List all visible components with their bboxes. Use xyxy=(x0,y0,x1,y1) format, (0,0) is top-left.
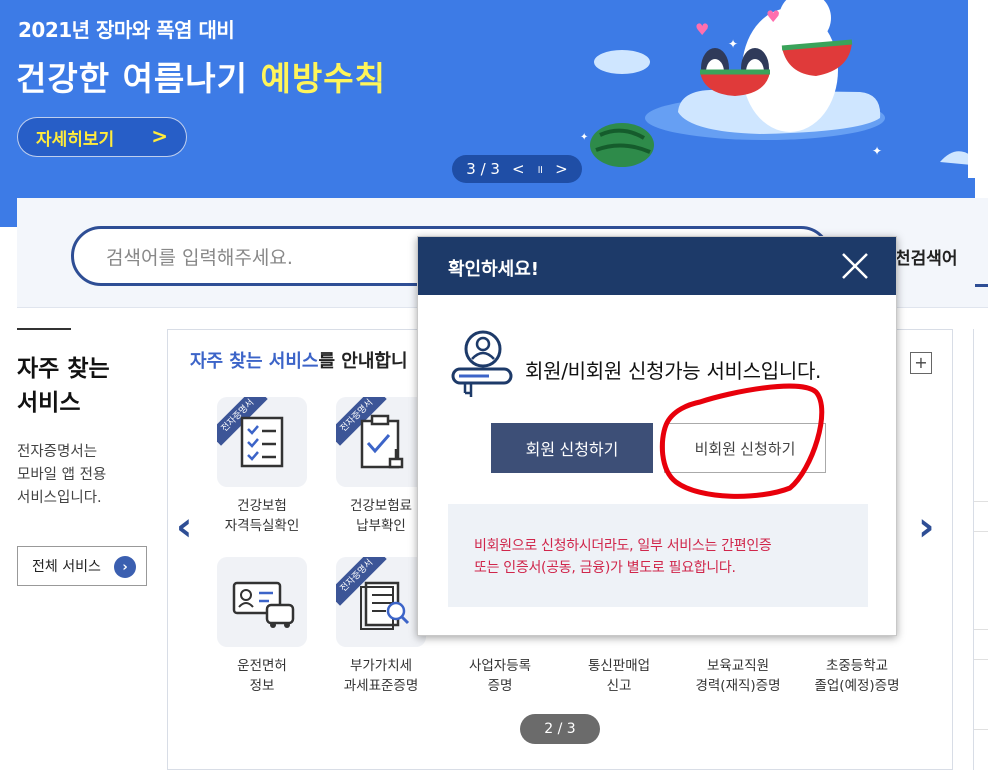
banner-detail-button[interactable]: 자세히보기 > xyxy=(17,117,187,157)
section-desc-line2: 모바일 앱 전용 xyxy=(17,467,107,483)
document-search-icon xyxy=(360,581,410,630)
service-label-line2: 자격득실확인 xyxy=(224,518,300,534)
service-label-line2: 과세표준증명 xyxy=(343,678,419,694)
carousel-next-icon[interactable]: › xyxy=(918,504,934,550)
expand-plus-button[interactable]: + xyxy=(910,352,932,374)
confirm-modal: 확인하세요! 회원/비회원 신청가능 서비스입니다. 회원 신청하기 비회원 신… xyxy=(417,236,897,636)
slide-counter: 3 / 3 xyxy=(466,160,500,178)
section-title-line1: 자주 찾는 xyxy=(17,356,110,382)
realtime-search-tab[interactable]: 천검색어 xyxy=(895,244,958,269)
services-heading: 자주 찾는 서비스를 안내합니 xyxy=(190,347,408,373)
banner-title: 건강한 여름나기 예방수칙 xyxy=(16,52,386,100)
svg-text:✦: ✦ xyxy=(580,132,588,143)
svg-text:♥: ♥ xyxy=(695,20,709,39)
notice-line2: 또는 인증서(공동, 금융)가 별도로 필요합니다. xyxy=(474,560,736,576)
services-heading-rest: 를 안내합니 xyxy=(318,351,408,372)
service-tile-health-payment[interactable]: 전자증명서 xyxy=(336,397,426,487)
modal-message: 회원/비회원 신청가능 서비스입니다. xyxy=(525,359,822,383)
slide-pause-icon[interactable]: ॥ xyxy=(537,162,544,177)
modal-notice-box: 비회원으로 신청하시더라도, 일부 서비스는 간편인증 또는 인증서(공동, 금… xyxy=(448,504,868,607)
right-side-panel xyxy=(973,329,988,770)
svg-text:✦: ✦ xyxy=(728,37,738,51)
chevron-right-icon: > xyxy=(151,124,168,148)
service-label[interactable]: 사업자등록 증명 xyxy=(435,656,565,696)
arrow-right-icon: › xyxy=(114,556,136,578)
tab-underline xyxy=(975,284,988,287)
clipboard-stamp-icon xyxy=(360,414,404,469)
user-id-card-icon xyxy=(451,330,513,397)
slide-next-icon[interactable]: > xyxy=(555,160,568,178)
summer-illustration: ♥ ♥ ✦ ✦ ✦ xyxy=(580,0,972,167)
banner-edge xyxy=(968,0,988,178)
all-services-label: 전체 서비스 xyxy=(32,559,101,575)
service-label: 운전면허 정보 xyxy=(197,656,327,696)
service-label-line2: 신고 xyxy=(606,678,632,694)
checklist-icon xyxy=(240,416,284,468)
modal-title: 확인하세요! xyxy=(448,259,540,280)
services-heading-blue: 자주 찾는 서비스 xyxy=(190,351,319,372)
service-tile-vat-certificate[interactable]: 전자증명서 xyxy=(336,557,426,647)
service-label-line1: 사업자등록 xyxy=(468,658,532,674)
service-label-line1: 통신판매업 xyxy=(587,658,651,674)
svg-text:♥: ♥ xyxy=(766,7,780,26)
all-services-button[interactable]: 전체 서비스 › xyxy=(17,546,147,586)
section-desc-line3: 서비스입니다. xyxy=(17,490,102,506)
guest-apply-button[interactable]: 비회원 신청하기 xyxy=(664,423,826,473)
banner-title-main: 건강한 여름나기 xyxy=(16,59,249,98)
banner-detail-label: 자세히보기 xyxy=(36,129,115,150)
slide-controls: 3 / 3 < ॥ > xyxy=(452,155,582,183)
promo-banner[interactable]: 2021년 장마와 폭염 대비 건강한 여름나기 예방수칙 자세히보기 > ♥ … xyxy=(0,0,988,227)
banner-title-highlight: 예방수칙 xyxy=(260,59,386,98)
section-title: 자주 찾는 서비스 xyxy=(17,352,110,420)
service-tile-driver-license[interactable] xyxy=(217,557,307,647)
service-label[interactable]: 초중등학교 졸업(예정)증명 xyxy=(792,656,922,696)
section-desc-line1: 전자증명서는 xyxy=(17,444,98,460)
section-title-line2: 서비스 xyxy=(17,390,81,416)
notice-line1: 비회원으로 신청하시더라도, 일부 서비스는 간편인증 xyxy=(474,538,772,554)
service-label[interactable]: 통신판매업 신고 xyxy=(554,656,684,696)
license-car-icon xyxy=(232,581,295,628)
service-label-line2: 졸업(예정)증명 xyxy=(814,678,900,694)
service-label-line1: 건강보험 xyxy=(237,498,287,514)
service-label-line1: 초중등학교 xyxy=(825,658,889,674)
member-apply-button[interactable]: 회원 신청하기 xyxy=(491,423,653,473)
service-label-line2: 증명 xyxy=(487,678,513,694)
service-label-line2: 경력(재직)증명 xyxy=(695,678,781,694)
service-label: 부가가치세 과세표준증명 xyxy=(316,656,446,696)
modal-header: 확인하세요! xyxy=(418,237,896,295)
service-label-line1: 운전면허 xyxy=(237,658,287,674)
close-icon[interactable] xyxy=(840,251,870,281)
banner-subtitle: 2021년 장마와 폭염 대비 xyxy=(18,18,235,42)
page-indicator: 2 / 3 xyxy=(520,714,600,744)
carousel-prev-icon[interactable]: ‹ xyxy=(176,504,192,550)
section-rule xyxy=(17,328,71,330)
service-label[interactable]: 보육교직원 경력(재직)증명 xyxy=(673,656,803,696)
service-label-line2: 정보 xyxy=(249,678,275,694)
service-label-line1: 부가가치세 xyxy=(349,658,413,674)
service-label-line1: 보육교직원 xyxy=(706,658,770,674)
svg-text:✦: ✦ xyxy=(872,144,882,158)
service-label: 건강보험 자격득실확인 xyxy=(197,496,327,536)
section-description: 전자증명서는 모바일 앱 전용 서비스입니다. xyxy=(17,441,106,510)
slide-prev-icon[interactable]: < xyxy=(512,160,525,178)
service-tile-health-qualification[interactable]: 전자증명서 xyxy=(217,397,307,487)
